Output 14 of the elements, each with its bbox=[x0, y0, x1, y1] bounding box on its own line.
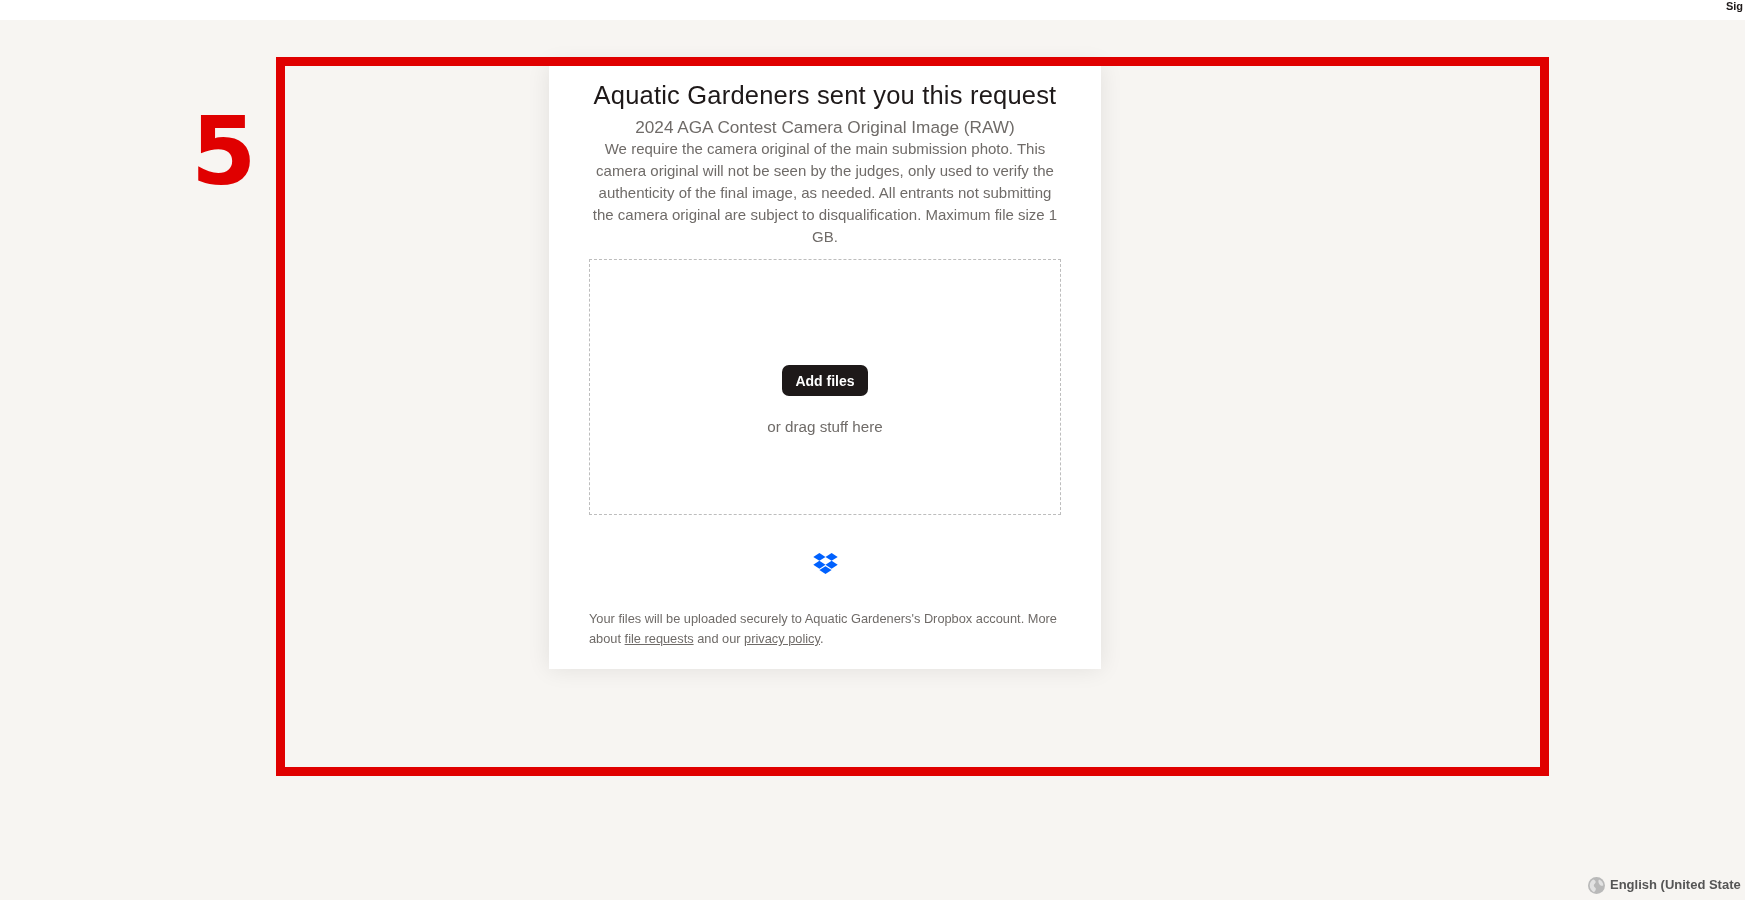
upload-notice: Your files will be uploaded securely to Aquatic Gardeners's Dropbox account. More about file requests and our privacy policy. bbox=[589, 610, 1058, 648]
diamonds-logo-icon bbox=[812, 553, 838, 574]
request-subtitle: 2024 AGA Contest Camera Original Image (RAW) bbox=[635, 116, 1015, 138]
add-files-button[interactable]: Add files bbox=[782, 365, 868, 396]
request-description: We require the camera original of the main submission photo. This camera original will not be seen by the judges, only used to verify the authenticity of the final image, as needed. All entrants not submitting the camera original are subject to disqualification. Maximum file size 1 GB. bbox=[591, 139, 1059, 247]
request-title: Aquatic Gardeners sent you this request bbox=[593, 81, 1057, 109]
globe-icon bbox=[1588, 876, 1605, 894]
annotation-number: 5 bbox=[191, 100, 257, 204]
notice-link[interactable]: privacy policy bbox=[744, 631, 820, 646]
drag-hint: or drag stuff here bbox=[767, 417, 883, 437]
sign-in-link[interactable]: Sig bbox=[1725, 0, 1743, 12]
language-selector[interactable]: English (United State bbox=[1610, 876, 1741, 894]
file-drop-zone[interactable]: Add files or drag stuff here bbox=[589, 259, 1061, 515]
notice-link[interactable]: file requests bbox=[624, 631, 694, 646]
